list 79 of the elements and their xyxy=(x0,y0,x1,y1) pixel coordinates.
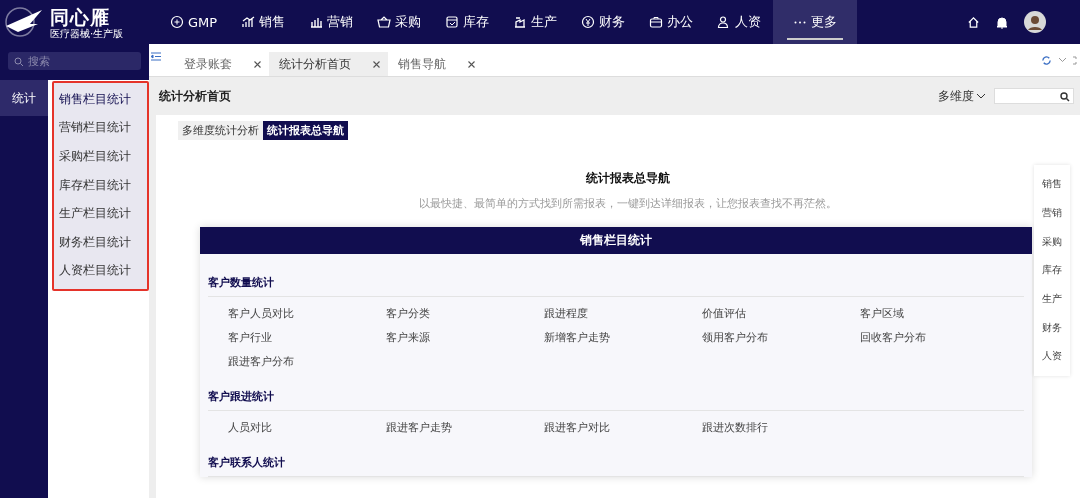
page-tab[interactable]: 统计分析首页 xyxy=(269,52,388,76)
chevron-down-icon xyxy=(976,93,986,99)
nav-menu-item[interactable]: 生产 xyxy=(501,0,570,44)
report-link[interactable]: 人员对比 xyxy=(228,420,386,435)
brand-tagline: 医疗器械·生产版 xyxy=(50,27,124,39)
plus-circle-icon xyxy=(170,15,184,29)
dimension-dropdown[interactable]: 多维度 xyxy=(938,87,986,105)
side-nav-item[interactable]: 财务 xyxy=(1034,313,1070,343)
side-nav-item[interactable]: 人资 xyxy=(1034,342,1070,371)
group-title: 客户联系人统计 xyxy=(208,435,1024,477)
report-link[interactable]: 跟进次数排行 xyxy=(702,420,860,435)
sub-tab[interactable]: 统计报表总导航 xyxy=(263,121,348,140)
factory-icon xyxy=(513,15,528,29)
yen-coin-icon xyxy=(581,15,596,29)
page-tab[interactable]: 销售导航 xyxy=(388,52,483,76)
refresh-icon[interactable] xyxy=(1041,54,1052,66)
report-link[interactable]: 回收客户分布 xyxy=(860,330,1018,345)
home-icon[interactable] xyxy=(967,15,980,29)
sidebar-item[interactable]: 人资栏目统计 xyxy=(54,256,147,286)
nav-menu-item[interactable]: 财务 xyxy=(569,0,638,44)
avatar-icon[interactable] xyxy=(1024,11,1046,33)
group-title: 客户跟进统计 xyxy=(208,369,1024,411)
side-nav-item[interactable]: 采购 xyxy=(1034,227,1070,257)
report-link[interactable]: 客户行业 xyxy=(228,330,386,345)
nav-menu-item[interactable]: GMP xyxy=(158,0,230,44)
report-link[interactable]: 跟进客户走势 xyxy=(386,420,544,435)
sidebar-item[interactable]: 采购栏目统计 xyxy=(54,142,147,171)
chart-icon xyxy=(241,15,256,29)
report-link[interactable]: 客户区域 xyxy=(860,306,1018,321)
nav-menu-item[interactable]: 更多 xyxy=(773,0,858,44)
search-icon xyxy=(14,57,24,67)
close-icon[interactable] xyxy=(468,60,475,68)
brand-name: 同心雁 xyxy=(50,5,111,28)
sidebar-item[interactable]: 生产栏目统计 xyxy=(54,199,147,228)
card-header: 销售栏目统计 xyxy=(200,227,1032,254)
nav-menu-item[interactable]: 人资 xyxy=(705,0,774,44)
side-nav-item[interactable]: 生产 xyxy=(1034,284,1070,314)
briefcase-icon xyxy=(649,15,664,29)
side-nav-item[interactable]: 营销 xyxy=(1034,198,1070,228)
page-title: 统计分析首页 xyxy=(159,87,231,105)
side-nav-item[interactable]: 销售 xyxy=(1034,170,1070,199)
report-link[interactable]: 价值评估 xyxy=(702,306,860,321)
report-link[interactable]: 领用客户分布 xyxy=(702,330,860,345)
sidebar-item[interactable]: 营销栏目统计 xyxy=(54,113,147,143)
group-title: 客户数量统计 xyxy=(208,254,1024,297)
report-link[interactable]: 客户分类 xyxy=(386,306,544,321)
sidebar-item[interactable]: 库存栏目统计 xyxy=(54,170,147,200)
search-field[interactable]: 搜索 xyxy=(8,52,141,70)
nav-menu-item[interactable]: 销售 xyxy=(229,0,298,44)
report-link[interactable]: 客户人员对比 xyxy=(228,306,386,321)
report-link[interactable]: 跟进客户对比 xyxy=(544,420,702,435)
report-link[interactable]: 跟进程度 xyxy=(544,306,702,321)
box-icon xyxy=(445,15,460,29)
close-icon[interactable] xyxy=(373,60,380,68)
close-icon[interactable] xyxy=(254,60,261,68)
more-icon xyxy=(793,20,808,24)
report-link[interactable]: 跟进客户分布 xyxy=(228,354,386,369)
bell-icon[interactable] xyxy=(996,15,1008,29)
nav-menu-item[interactable]: 办公 xyxy=(637,0,706,44)
report-link[interactable]: 客户来源 xyxy=(386,330,544,345)
nav-menu-item[interactable]: 库存 xyxy=(433,0,502,44)
sidebar-category[interactable]: 统计 xyxy=(0,80,48,116)
page-tab[interactable]: 登录账套 xyxy=(174,52,269,76)
bar-chart-icon xyxy=(309,15,324,29)
logo-icon xyxy=(4,6,44,38)
nav-menu-item[interactable]: 采购 xyxy=(365,0,434,44)
collapse-icon[interactable] xyxy=(151,52,161,61)
section-heading: 统计报表总导航 xyxy=(584,170,671,187)
search-field[interactable] xyxy=(994,88,1074,104)
sidebar-item[interactable]: 财务栏目统计 xyxy=(54,227,147,257)
search-icon xyxy=(1060,92,1070,102)
report-link[interactable]: 新增客户走势 xyxy=(544,330,702,345)
nav-menu-item[interactable]: 营销 xyxy=(297,0,366,44)
basket-icon xyxy=(377,15,392,29)
sub-tab[interactable]: 多维度统计分析 xyxy=(178,121,263,140)
sidebar-item[interactable]: 销售栏目统计 xyxy=(54,85,147,114)
side-nav-item[interactable]: 库存 xyxy=(1034,256,1070,285)
chevron-down-icon[interactable] xyxy=(1058,57,1067,63)
subtitle-text: 以最快捷、最简单的方式找到所需报表，一键到达详细报表，让您报表查找不再茫然。 xyxy=(417,196,838,211)
